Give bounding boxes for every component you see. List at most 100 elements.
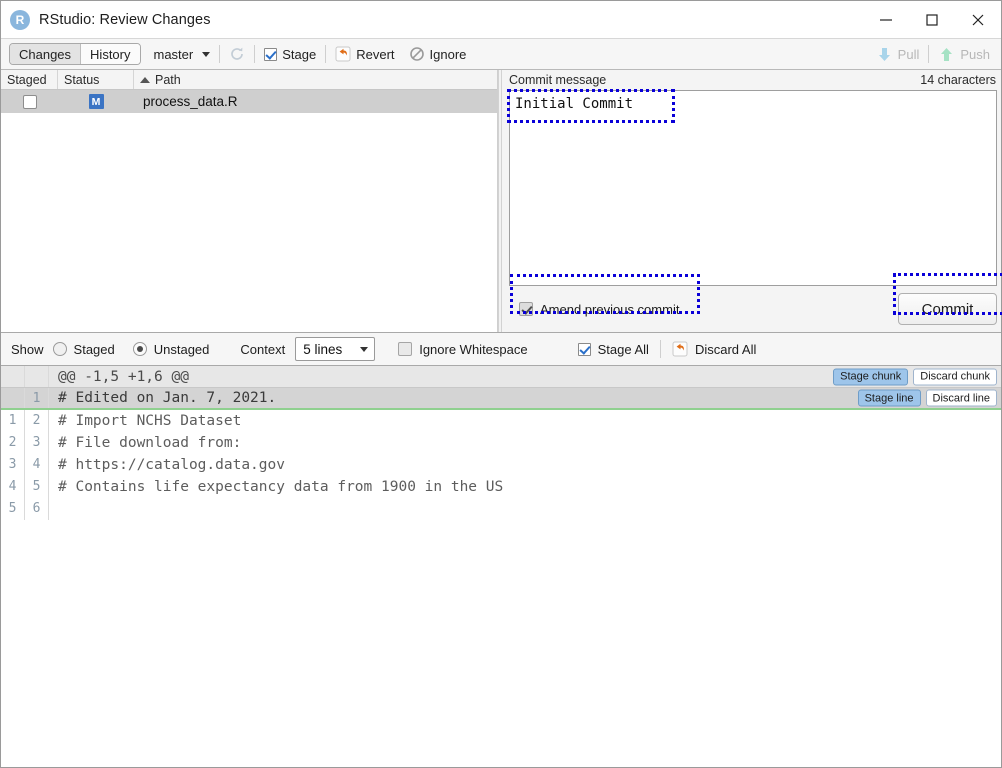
check-icon: [264, 47, 278, 61]
discard-chunk-button[interactable]: Discard chunk: [913, 368, 997, 385]
toolbar-divider: [219, 45, 221, 63]
radio-unstaged-label: Unstaged: [153, 341, 210, 357]
line-number-old: 5: [1, 498, 25, 520]
column-header-path[interactable]: Path: [134, 70, 497, 89]
push-button-label: Push: [960, 46, 990, 62]
push-icon: [941, 47, 953, 61]
pull-icon: [878, 47, 890, 61]
radio-unstaged[interactable]: Unstaged: [124, 342, 219, 357]
amend-previous-commit-checkbox[interactable]: Amend previous commit: [513, 298, 687, 321]
diff-line-context[interactable]: 5 6: [1, 498, 1001, 520]
toolbar-divider-3: [325, 45, 327, 63]
discard-all-button[interactable]: Discard All: [663, 341, 765, 357]
diff-line-added[interactable]: 1 # Edited on Jan. 7, 2021. Stage line D…: [1, 388, 1001, 410]
refresh-icon: [231, 47, 244, 60]
chevron-down-icon: [360, 346, 369, 352]
pull-button[interactable]: Pull: [869, 42, 927, 66]
line-number-old: 4: [1, 476, 25, 498]
line-number-new: 6: [25, 498, 49, 520]
stage-checkbox[interactable]: [22, 94, 37, 109]
commit-footer: Amend previous commit Commit: [502, 286, 1001, 332]
row-staged-cell[interactable]: [1, 94, 58, 109]
row-status-cell: M: [58, 94, 134, 109]
diff-line-context[interactable]: 1 2 # Import NCHS Dataset: [1, 410, 1001, 432]
context-label: Context: [240, 341, 286, 357]
commit-header: Commit message 14 characters: [502, 70, 1001, 90]
discard-line-button[interactable]: Discard line: [925, 389, 997, 407]
push-button[interactable]: Push: [931, 42, 997, 66]
refresh-button[interactable]: [222, 42, 252, 66]
close-icon[interactable]: [955, 1, 1001, 38]
rstudio-logo-icon: R: [10, 9, 30, 30]
ignore-whitespace-checkbox[interactable]: Ignore Whitespace: [389, 342, 536, 357]
line-number-new: 5: [25, 476, 49, 498]
line-number-old: [1, 388, 25, 408]
radio-staged-label: Staged: [73, 341, 115, 357]
revert-button[interactable]: Revert: [328, 42, 401, 66]
ignore-whitespace-label: Ignore Whitespace: [419, 341, 528, 357]
middle-section: Staged Status Path M process_data.R Comm…: [1, 70, 1002, 332]
diff-line-text: # Contains life expectancy data from 190…: [58, 479, 504, 495]
maximize-icon[interactable]: [909, 1, 955, 38]
toolbar-divider-4: [928, 45, 930, 63]
pull-button-label: Pull: [897, 46, 920, 62]
diff-chunk-header: @@ -1,5 +1,6 @@ Stage chunk Discard chun…: [1, 366, 1001, 388]
status-badge: M: [88, 94, 104, 109]
tab-changes[interactable]: Changes: [10, 44, 82, 64]
diff-line-context[interactable]: 3 4 # https://catalog.data.gov: [1, 454, 1001, 476]
checkbox-icon: [398, 342, 413, 356]
diff-line-context[interactable]: 4 5 # Contains life expectancy data from…: [1, 476, 1001, 498]
stage-button[interactable]: Stage: [257, 42, 323, 66]
diff-line-text: # Import NCHS Dataset: [58, 413, 242, 429]
tab-history[interactable]: History: [81, 44, 140, 64]
line-number-new: 1: [25, 388, 49, 408]
stage-all-label: Stage All: [597, 341, 649, 357]
file-list-header: Staged Status Path: [1, 70, 497, 90]
revert-icon: [335, 46, 351, 62]
checkbox-icon: [519, 302, 533, 316]
revert-button-label: Revert: [356, 46, 395, 62]
diff-line-context[interactable]: 2 3 # File download from:: [1, 432, 1001, 454]
branch-selector[interactable]: master: [147, 42, 218, 66]
diff-line-text: # File download from:: [58, 435, 242, 451]
radio-staged[interactable]: Staged: [44, 342, 124, 357]
chevron-down-icon: [202, 51, 211, 57]
main-toolbar: Changes History master Stage Revert Igno…: [1, 38, 1001, 70]
stage-chunk-button[interactable]: Stage chunk: [833, 368, 909, 385]
commit-message-value: Initial Commit: [515, 96, 634, 112]
ignore-button[interactable]: Ignore: [402, 42, 474, 66]
line-number-old: 3: [1, 454, 25, 476]
line-number-new: 2: [25, 410, 49, 432]
ignore-button-label: Ignore: [429, 46, 467, 62]
discard-all-label: Discard All: [694, 341, 757, 357]
commit-message-input[interactable]: Initial Commit: [509, 90, 997, 286]
row-path-cell: process_data.R: [143, 94, 238, 109]
column-header-status[interactable]: Status: [58, 70, 134, 89]
column-header-staged[interactable]: Staged: [1, 70, 58, 89]
chunk-gutter-old: [1, 366, 25, 387]
stage-line-button[interactable]: Stage line: [857, 389, 921, 407]
diff-line-text: # https://catalog.data.gov: [58, 457, 285, 473]
minimize-icon[interactable]: [863, 1, 909, 38]
character-count: 14 characters: [920, 73, 996, 87]
rstudio-review-changes-window: R RStudio: Review Changes Changes Histor…: [0, 0, 1002, 768]
line-number-new: 4: [25, 454, 49, 476]
line-number-old: 2: [1, 432, 25, 454]
context-select[interactable]: 5 lines: [295, 337, 376, 361]
check-icon: [577, 342, 591, 356]
line-number-old: 1: [1, 410, 25, 432]
branch-label: master: [153, 46, 194, 62]
diff-viewer: @@ -1,5 +1,6 @@ Stage chunk Discard chun…: [1, 366, 1001, 767]
window-title: RStudio: Review Changes: [39, 11, 211, 28]
radio-icon-staged: [52, 342, 67, 356]
toolbar-divider-2: [254, 45, 256, 63]
stage-all-button[interactable]: Stage All: [569, 342, 658, 357]
line-number-new: 3: [25, 432, 49, 454]
show-label: Show: [11, 341, 44, 357]
sort-ascending-icon: [140, 76, 150, 83]
chunk-gutter-new: [25, 366, 49, 387]
table-row[interactable]: M process_data.R: [1, 90, 497, 113]
title-bar: R RStudio: Review Changes: [1, 1, 1001, 38]
view-tabs: Changes History: [9, 43, 141, 65]
commit-button[interactable]: Commit: [898, 293, 997, 325]
